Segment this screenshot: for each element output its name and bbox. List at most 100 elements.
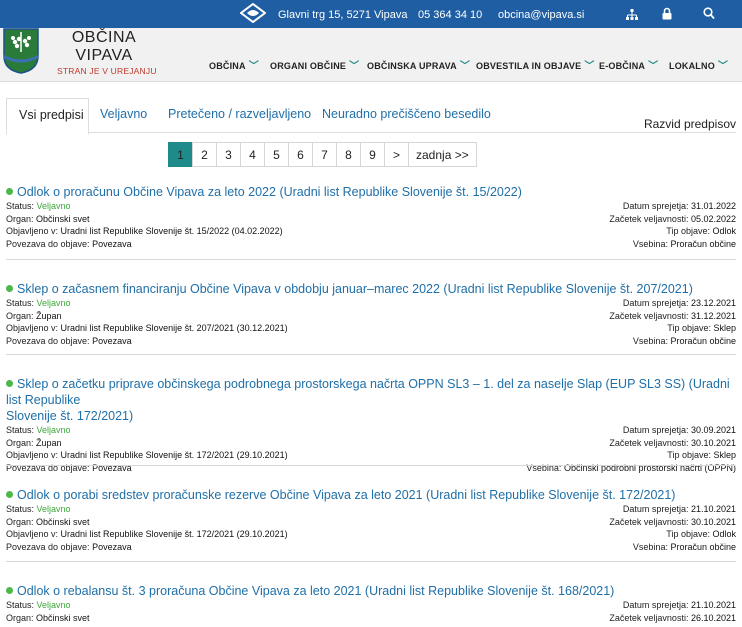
page-9[interactable]: 9 — [360, 142, 385, 167]
tip-value: Sklep — [713, 450, 736, 460]
status-label: Status: — [6, 425, 37, 435]
tab-veljavno[interactable]: Veljavno — [88, 98, 159, 132]
lock-icon[interactable] — [662, 7, 672, 20]
brand-tagline: STRAN JE V UREJANJU — [57, 66, 157, 76]
nav-e-obcina[interactable]: E-OBČINA ﹀ — [599, 57, 658, 72]
datum-label: Datum sprejetja: — [622, 298, 691, 308]
povezava-link[interactable]: Povezava — [92, 542, 132, 552]
regulation-title: Sklep o začetku priprave občinskega podr… — [6, 377, 730, 407]
divider — [6, 561, 736, 562]
vsebina-value: Proračun občine — [670, 541, 736, 552]
nav-lokalno[interactable]: LOKALNO ﹀ — [669, 57, 728, 72]
datum-label: Datum sprejetja: — [622, 600, 691, 610]
page-6[interactable]: 6 — [288, 142, 313, 167]
page-8[interactable]: 8 — [336, 142, 361, 167]
regulation-title-link[interactable]: Odlok o porabi sredstev proračunske reze… — [6, 487, 736, 503]
objavljeno-value: Uradni list Republike Slovenije št. 207/… — [60, 323, 288, 333]
nav-organi-obcine[interactable]: ORGANI OBČINE ﹀ — [270, 57, 359, 72]
datum-value: 21.10.2021 — [690, 504, 736, 514]
vipava-emblem-icon — [240, 3, 266, 23]
tab-vsi-predpisi[interactable]: Vsi predpisi — [6, 98, 89, 135]
tip-value: Odlok — [712, 529, 736, 539]
status-value: Veljavno — [36, 425, 71, 435]
status-dot-icon — [6, 587, 13, 594]
nav-label: LOKALNO — [669, 61, 715, 71]
page-last[interactable]: zadnja >> — [408, 142, 477, 167]
datum-label: Datum sprejetja: — [622, 425, 691, 435]
objavljeno-value: Uradni list Republike Slovenije št. 172/… — [60, 450, 288, 460]
sitemap-icon[interactable] — [626, 9, 638, 20]
status-label: Status: — [6, 504, 37, 514]
page-5[interactable]: 5 — [264, 142, 289, 167]
objavljeno-value: Uradni list Republike Slovenije št. 15/2… — [60, 226, 283, 236]
status-dot-icon — [6, 285, 13, 292]
razvid-predpisov-link[interactable]: Razvid predpisov — [644, 117, 736, 131]
nav-obcina[interactable]: OBČINA ﹀ — [209, 57, 259, 72]
zacetek-value: 30.10.2021 — [690, 437, 736, 448]
top-bar: Glavni trg 15, 5271 Vipava 05 364 34 10 … — [0, 0, 742, 28]
chevron-down-icon: ﹀ — [648, 61, 659, 72]
vsebina-value: Proračun občine — [670, 238, 736, 249]
status-value: Veljavno — [36, 504, 71, 514]
zacetek-value: 26.10.2021 — [690, 612, 736, 623]
regulation-item: Sklep o začasnem financiranju Občine Vip… — [6, 281, 736, 347]
status-label: Status: — [6, 600, 37, 610]
tab-neuradno-preciscen[interactable]: Neuradno prečiščeno besedilo — [310, 98, 503, 132]
status-dot-icon — [6, 380, 13, 387]
povezava-label: Povezava do objave: — [6, 238, 93, 249]
vsebina-value: Proračun občine — [670, 335, 736, 346]
brand-name[interactable]: OBČINA VIPAVA — [60, 29, 148, 65]
objavljeno-label: Objavljeno v: — [6, 323, 61, 333]
povezava-link[interactable]: Povezava — [92, 463, 132, 473]
organ-label: Organ: — [6, 516, 37, 527]
organ-label: Organ: — [6, 310, 37, 321]
regulation-title-link[interactable]: Sklep o začasnem financiranju Občine Vip… — [6, 281, 736, 297]
pagination: 1 2 3 4 5 6 7 8 9 > zadnja >> — [168, 142, 477, 167]
organ-value: Občinski svet — [36, 612, 90, 623]
status-dot-icon — [6, 188, 13, 195]
regulation-title: Sklep o začasnem financiranju Občine Vip… — [17, 282, 693, 296]
datum-value: 21.10.2021 — [690, 600, 736, 610]
regulation-title: Odlok o proračunu Občine Vipava za leto … — [17, 185, 522, 199]
organ-value: Občinski svet — [36, 516, 90, 527]
zacetek-label: Začetek veljavnosti: — [609, 213, 691, 224]
nav-label: E-OBČINA — [599, 61, 646, 71]
address-link[interactable]: Glavni trg 15, 5271 Vipava — [278, 9, 407, 21]
page-7[interactable]: 7 — [312, 142, 337, 167]
page-next[interactable]: > — [384, 142, 409, 167]
page-2[interactable]: 2 — [192, 142, 217, 167]
status-dot-icon — [6, 491, 13, 498]
tip-label: Tip objave: — [666, 226, 713, 236]
page-4[interactable]: 4 — [240, 142, 265, 167]
nav-obvestila-in-objave[interactable]: OBVESTILA IN OBJAVE ﹀ — [476, 57, 595, 72]
divider — [6, 465, 736, 466]
objavljeno-label: Objavljeno v: — [6, 529, 61, 539]
coat-of-arms-logo[interactable] — [3, 28, 39, 74]
regulation-title-link[interactable]: Sklep o začetku priprave občinskega podr… — [6, 376, 736, 424]
vsebina-label: Vsebina: — [632, 335, 671, 346]
page-1[interactable]: 1 — [168, 142, 193, 167]
vsebina-label: Vsebina: — [632, 238, 671, 249]
povezava-link[interactable]: Povezava — [92, 336, 132, 346]
tab-preteceno-razveljavljeno[interactable]: Pretečeno / razveljavljeno — [156, 98, 323, 132]
povezava-label: Povezava do objave: — [6, 335, 93, 346]
regulation-title-link[interactable]: Odlok o proračunu Občine Vipava za leto … — [6, 184, 736, 200]
email-link[interactable]: obcina@vipava.si — [498, 9, 584, 21]
objavljeno-label: Objavljeno v: — [6, 450, 61, 460]
search-icon[interactable] — [703, 7, 715, 20]
nav-obcinska-uprava[interactable]: OBČINSKA UPRAVA ﹀ — [367, 57, 470, 72]
zacetek-label: Začetek veljavnosti: — [609, 612, 691, 623]
chevron-down-icon: ﹀ — [717, 61, 729, 72]
nav-label: OBVESTILA IN OBJAVE — [476, 61, 582, 71]
regulation-item: Odlok o rebalansu št. 3 proračuna Občine… — [6, 583, 736, 624]
datum-label: Datum sprejetja: — [622, 504, 691, 514]
objavljeno-value: Uradni list Republike Slovenije št. 172/… — [60, 529, 288, 539]
phone-link[interactable]: 05 364 34 10 — [418, 9, 482, 21]
povezava-label: Povezava do objave: — [6, 462, 93, 473]
povezava-link[interactable]: Povezava — [92, 239, 132, 249]
chevron-down-icon: ﹀ — [248, 61, 259, 72]
zacetek-label: Začetek veljavnosti: — [609, 516, 691, 527]
povezava-label: Povezava do objave: — [6, 541, 93, 552]
regulation-title-link[interactable]: Odlok o rebalansu št. 3 proračuna Občine… — [6, 583, 736, 599]
page-3[interactable]: 3 — [216, 142, 241, 167]
